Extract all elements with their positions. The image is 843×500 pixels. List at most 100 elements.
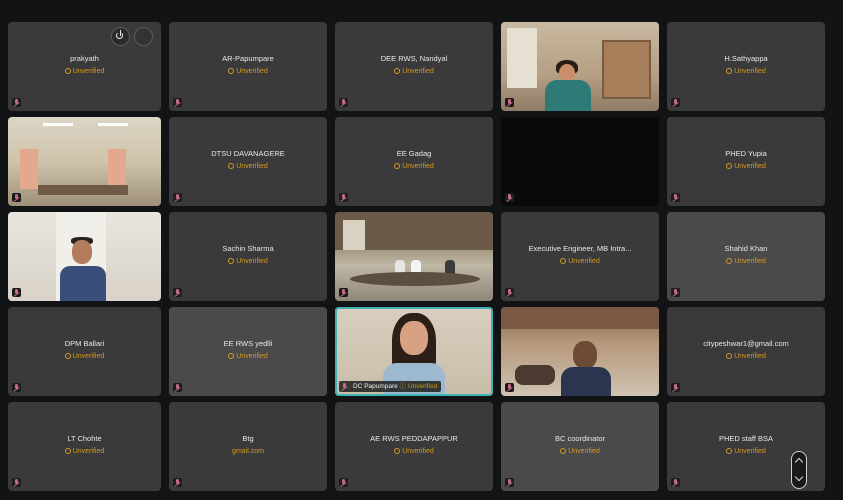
participant-tile[interactable]: H.Sathyappa Unverified [667, 22, 825, 111]
participant-name: PHED Yupia [725, 149, 767, 158]
warning-icon [394, 163, 401, 169]
participant-video-tile[interactable] [501, 22, 659, 111]
verification-status: ⓘ Unverified [399, 383, 438, 390]
verification-status: Unverified [169, 258, 327, 265]
participant-name: DEE RWS, Nandyal [380, 54, 448, 63]
scroll-pager-icon[interactable] [791, 451, 807, 489]
mic-muted-icon [339, 193, 348, 202]
participant-tile[interactable]: AE RWS PEDDAPAPPUR Unverified [335, 402, 493, 491]
participant-tile[interactable]: EE RWS yedlli Unverified [169, 307, 327, 396]
participant-video-tile[interactable] [8, 117, 161, 206]
warning-icon [228, 258, 235, 264]
participant-tile[interactable]: Sachin Sharma Unverified [169, 212, 327, 301]
mic-muted-icon [340, 382, 349, 391]
warning-icon [394, 448, 401, 454]
mic-muted-icon [173, 98, 182, 107]
mic-muted-icon [173, 288, 182, 297]
verification-status: Unverified [335, 68, 493, 75]
participant-video-tile[interactable] [8, 212, 161, 301]
participant-tile[interactable]: citypeshwar1@gmail.com Unverified [667, 307, 825, 396]
participant-name-strip: DC Papumpare ⓘ Unverified [339, 381, 442, 392]
verification-status: Unverified [667, 163, 825, 170]
participant-video [8, 117, 161, 206]
participant-name: Sachin Sharma [222, 244, 274, 253]
participant-video [501, 22, 659, 111]
mic-muted-icon [671, 288, 680, 297]
warning-icon [64, 353, 71, 359]
participant-name: PHED staff BSA [718, 434, 774, 443]
warning-icon [726, 163, 733, 169]
mic-muted-icon [339, 288, 348, 297]
verification-status: Unverified [8, 68, 161, 75]
warning-icon [64, 68, 71, 74]
participant-name: prakyath [70, 54, 99, 63]
warning-icon [228, 163, 235, 169]
participant-video [8, 212, 161, 301]
mic-muted-icon [12, 288, 21, 297]
verification-status: Unverified [8, 353, 161, 360]
active-speaker-tile[interactable]: DC Papumpare ⓘ Unverified [335, 307, 493, 396]
warning-icon [228, 68, 235, 74]
mic-muted-icon [505, 98, 514, 107]
warning-icon [726, 353, 733, 359]
mic-muted-icon [505, 288, 514, 297]
mic-muted-icon [12, 478, 21, 487]
verification-status: Unverified [667, 353, 825, 360]
mic-muted-icon [173, 193, 182, 202]
mic-muted-icon [339, 478, 348, 487]
verification-status: Unverified [501, 448, 659, 455]
mic-muted-icon [671, 98, 680, 107]
verification-status: Unverified [169, 163, 327, 170]
participant-tile[interactable]: prakyath Unverified [8, 22, 161, 111]
participant-name: LT Chohte [67, 434, 102, 443]
mic-muted-icon [12, 383, 21, 392]
verification-status: Unverified [8, 448, 161, 455]
more-options-icon[interactable] [134, 27, 153, 46]
warning-icon [726, 68, 733, 74]
verification-status: Unverified [501, 258, 659, 265]
mic-muted-icon [173, 478, 182, 487]
participant-tile[interactable]: AR-Papumpare Unverified [169, 22, 327, 111]
participant-video [335, 212, 493, 301]
participant-tile[interactable]: BC coordinator Unverified [501, 402, 659, 491]
mic-muted-icon [671, 193, 680, 202]
verification-status: Unverified [335, 163, 493, 170]
participant-tile[interactable]: LT Chohte Unverified [8, 402, 161, 491]
mic-muted-icon [173, 383, 182, 392]
verification-status: Unverified [335, 448, 493, 455]
verification-status: Unverified [169, 68, 327, 75]
participant-tile[interactable]: PHED Yupia Unverified [667, 117, 825, 206]
participant-tile[interactable]: DPM Ballari Unverified [8, 307, 161, 396]
participant-tile[interactable]: Btg gmail.com [169, 402, 327, 491]
mic-muted-icon [505, 383, 514, 392]
power-icon[interactable] [111, 27, 130, 46]
participant-name: DPM Ballari [64, 339, 105, 348]
mic-muted-icon [12, 98, 21, 107]
warning-icon [394, 68, 401, 74]
participant-tile-video-off[interactable] [501, 117, 659, 206]
warning-icon [560, 258, 567, 264]
meeting-gallery: prakyath Unverified AR-Papumpare Unverif… [0, 0, 843, 500]
verification-status: Unverified [169, 353, 327, 360]
mic-muted-icon [505, 193, 514, 202]
participant-tile[interactable]: DEE RWS, Nandyal Unverified [335, 22, 493, 111]
participant-tile[interactable]: EE Gadag Unverified [335, 117, 493, 206]
participant-name: citypeshwar1@gmail.com [703, 339, 789, 348]
warning-icon [64, 448, 71, 454]
participant-name: DTSU DAVANAGERE [211, 149, 285, 158]
warning-icon [726, 448, 733, 454]
participant-grid: prakyath Unverified AR-Papumpare Unverif… [8, 22, 825, 491]
verification-status: Unverified [667, 258, 825, 265]
mic-muted-icon [671, 383, 680, 392]
participant-tile[interactable]: Shahid Khan Unverified [667, 212, 825, 301]
warning-icon [726, 258, 733, 264]
participant-tile[interactable]: Executive Engineer, MB Intra... Unverifi… [501, 212, 659, 301]
verification-status: Unverified [667, 68, 825, 75]
participant-video-tile[interactable] [335, 212, 493, 301]
mic-muted-icon [671, 478, 680, 487]
participant-email-domain: gmail.com [232, 448, 264, 455]
participant-name: Shahid Khan [724, 244, 768, 253]
participant-video-tile[interactable] [501, 307, 659, 396]
participant-tile[interactable]: DTSU DAVANAGERE Unverified [169, 117, 327, 206]
mic-muted-icon [339, 98, 348, 107]
